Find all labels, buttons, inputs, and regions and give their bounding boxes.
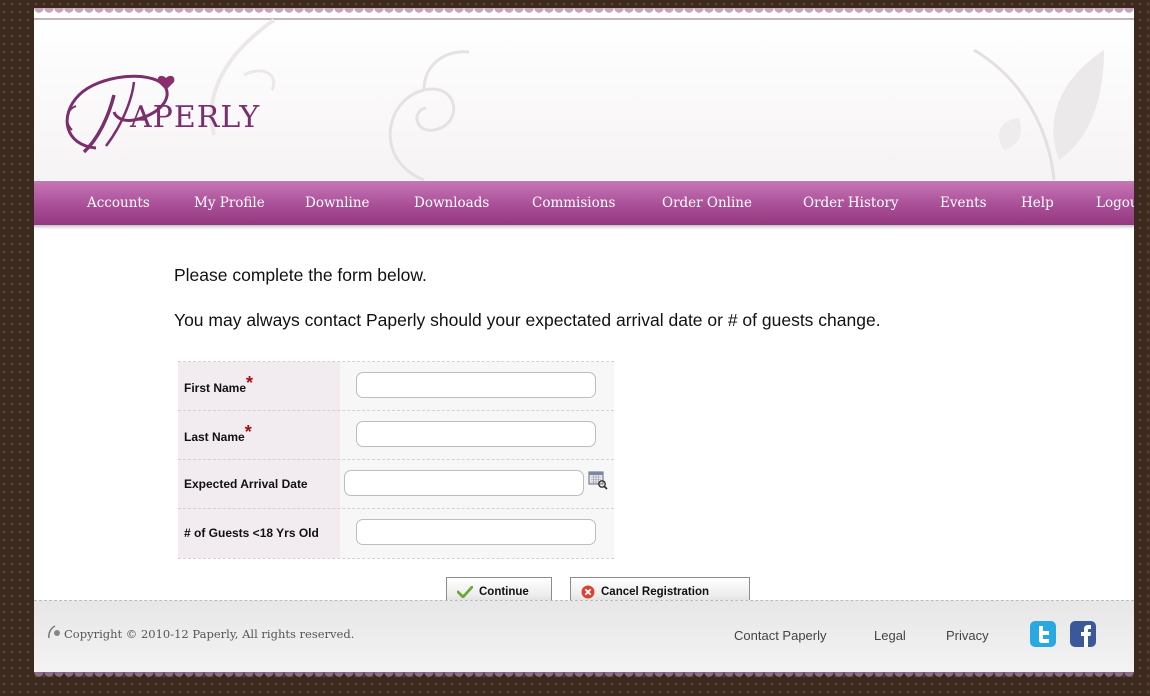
checkmark-icon — [457, 585, 473, 598]
first-name-label: First Name* — [178, 362, 340, 411]
nav-item-logout[interactable]: Logout — [1096, 181, 1134, 225]
required-marker: * — [244, 422, 252, 442]
arrival-date-label: Expected Arrival Date — [178, 460, 340, 509]
paperly-mini-logo-icon — [48, 625, 60, 639]
nav-item-accounts[interactable]: Accounts — [87, 181, 150, 225]
last-name-input[interactable] — [356, 421, 596, 447]
form-row-first-name: First Name* — [178, 361, 614, 411]
first-name-input[interactable] — [356, 372, 596, 398]
legal-link[interactable]: Legal — [874, 628, 906, 643]
main-navigation: Accounts My Profile Downline Downloads C… — [34, 181, 1134, 225]
page-container: APERLY Accounts My Profile Downline Down… — [34, 8, 1134, 672]
cancel-button-label: Cancel Registration — [601, 585, 709, 598]
header: APERLY — [34, 18, 1134, 182]
contact-paperly-link[interactable]: Contact Paperly — [734, 628, 827, 643]
last-name-label: Last Name* — [178, 411, 340, 460]
main-content: Please complete the form below. You may … — [34, 225, 1134, 606]
guests-input[interactable] — [356, 519, 596, 545]
copyright-text: Copyright © 2010-12 Paperly, All rights … — [64, 627, 355, 641]
privacy-link[interactable]: Privacy — [946, 628, 989, 643]
nav-item-my-profile[interactable]: My Profile — [194, 181, 265, 225]
logo-wordmark[interactable]: APERLY — [130, 100, 260, 135]
nav-item-downloads[interactable]: Downloads — [414, 181, 489, 225]
nav-item-help[interactable]: Help — [1021, 181, 1054, 225]
twitter-icon[interactable] — [1030, 621, 1056, 647]
form-row-guests: # of Guests <18 Yrs Old — [178, 508, 614, 559]
cancel-icon — [581, 585, 595, 598]
decorative-swirl-icon — [388, 50, 470, 182]
continue-button-label: Continue — [479, 585, 529, 598]
required-marker: * — [246, 373, 254, 393]
nav-item-order-history[interactable]: Order History — [803, 181, 899, 225]
arrival-date-input[interactable] — [344, 470, 584, 496]
calendar-picker-icon[interactable] — [588, 470, 608, 490]
nav-item-order-online[interactable]: Order Online — [662, 181, 752, 225]
bottom-scallop-border — [34, 672, 1134, 682]
form-row-arrival-date: Expected Arrival Date — [178, 459, 614, 509]
nav-item-commisions[interactable]: Commisions — [532, 181, 615, 225]
form-notice: You may always contact Paperly should yo… — [174, 310, 881, 330]
form-instructions: Please complete the form below. — [174, 265, 427, 285]
facebook-icon[interactable] — [1070, 621, 1096, 647]
nav-item-events[interactable]: Events — [940, 181, 987, 225]
form-row-last-name: Last Name* — [178, 410, 614, 460]
guests-label: # of Guests <18 Yrs Old — [178, 509, 340, 558]
nav-item-downline[interactable]: Downline — [305, 181, 370, 225]
footer: Copyright © 2010-12 Paperly, All rights … — [34, 600, 1134, 672]
decorative-leaf-icon — [973, 48, 1104, 181]
